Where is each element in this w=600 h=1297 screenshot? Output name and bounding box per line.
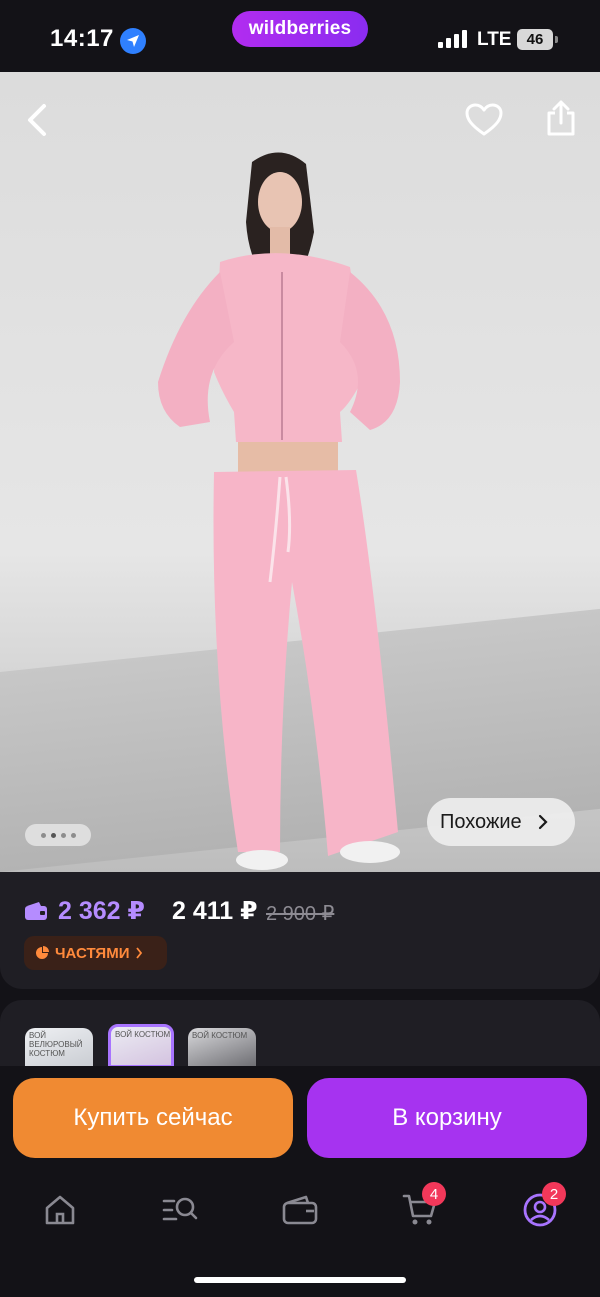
pagination-dot bbox=[60, 832, 66, 838]
tab-home[interactable] bbox=[38, 1190, 82, 1230]
old-price-value: 2 900 ₽ bbox=[266, 903, 335, 925]
location-icon bbox=[120, 28, 146, 54]
action-bar: Купить сейчас В корзину bbox=[0, 1066, 600, 1170]
wallet-price: 2 362 ₽ bbox=[24, 896, 145, 926]
add-to-cart-button[interactable]: В корзину bbox=[307, 1078, 587, 1158]
status-time: 14:17 bbox=[50, 25, 114, 52]
tab-wallet[interactable] bbox=[278, 1190, 322, 1230]
price-block: 2 362 ₽ 2 411 ₽ 2 900 ₽ ЧАСТЯМИ bbox=[0, 872, 600, 989]
profile-badge: 2 bbox=[542, 1182, 566, 1206]
product-photo-gallery[interactable]: Похожие bbox=[0, 72, 600, 872]
battery-icon: 46 bbox=[517, 29, 558, 50]
share-icon bbox=[547, 100, 575, 136]
gallery-pagination bbox=[25, 824, 91, 846]
variant-thumbnail[interactable]: ВОЙ ВЕЛЮРОВЫЙ КОСТЮМ bbox=[25, 1028, 93, 1068]
chevron-left-icon bbox=[28, 104, 46, 136]
cart-badge: 4 bbox=[422, 1182, 446, 1206]
signal-icon bbox=[438, 30, 467, 48]
pagination-dot-active bbox=[50, 832, 56, 838]
wallet-price-value: 2 362 ₽ bbox=[58, 897, 145, 925]
installments-button[interactable]: ЧАСТЯМИ bbox=[24, 936, 167, 970]
thumbnail-caption: ВОЙ ВЕЛЮРОВЫЙ КОСТЮМ bbox=[29, 1031, 83, 1058]
catalog-search-icon bbox=[162, 1197, 198, 1221]
chevron-right-icon bbox=[136, 947, 143, 959]
variant-thumbnail-selected[interactable]: ВОЙ КОСТЮМ bbox=[108, 1024, 174, 1068]
home-icon bbox=[45, 1195, 75, 1225]
thumbnail-caption: ВОЙ КОСТЮМ bbox=[115, 1030, 171, 1039]
similar-button[interactable]: Похожие bbox=[427, 798, 575, 846]
pagination-dot bbox=[40, 832, 46, 838]
brand-logo: wildberries bbox=[232, 11, 368, 47]
product-photo bbox=[158, 152, 400, 870]
installments-label: ЧАСТЯМИ bbox=[55, 944, 130, 962]
pie-chart-icon bbox=[36, 946, 49, 959]
network-label: LTE bbox=[477, 29, 512, 50]
back-button[interactable] bbox=[14, 96, 62, 144]
tab-profile[interactable]: 2 bbox=[518, 1182, 566, 1230]
heart-icon bbox=[465, 103, 503, 136]
tab-catalog-search[interactable] bbox=[158, 1190, 202, 1230]
share-button[interactable] bbox=[537, 94, 585, 142]
favorite-button[interactable] bbox=[460, 96, 508, 144]
similar-label: Похожие bbox=[440, 810, 522, 833]
status-bar: 14:17 wildberries LTE 46 bbox=[0, 0, 600, 72]
home-indicator bbox=[194, 1277, 406, 1283]
tab-cart[interactable]: 4 bbox=[398, 1182, 446, 1230]
chevron-right-icon bbox=[538, 814, 548, 830]
thumbnail-caption: ВОЙ КОСТЮМ bbox=[192, 1031, 248, 1040]
pagination-dot bbox=[70, 832, 76, 838]
buy-now-button[interactable]: Купить сейчас bbox=[13, 1078, 293, 1158]
price-value: 2 411 ₽ bbox=[172, 897, 258, 925]
variant-thumbnail[interactable]: ВОЙ КОСТЮМ bbox=[188, 1028, 256, 1068]
wallet-icon bbox=[25, 902, 47, 920]
wallet-icon bbox=[282, 1195, 318, 1225]
